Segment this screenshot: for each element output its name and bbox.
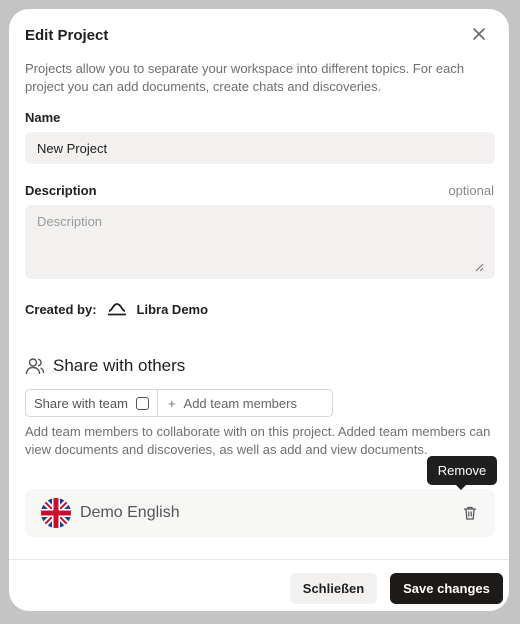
add-team-members-button[interactable]: + Add team members — [158, 396, 307, 411]
share-help-text: Add team members to collaborate with on … — [25, 424, 491, 457]
dialog-description: Projects allow you to separate your work… — [25, 61, 465, 94]
edit-project-dialog: Edit Project Projects allow you to separ… — [9, 9, 509, 611]
share-controls: Share with team + Add team members — [25, 389, 333, 417]
share-section-title: Share with others — [53, 356, 186, 375]
close-button[interactable]: Schließen — [290, 573, 377, 604]
share-with-team-toggle[interactable]: Share with team — [26, 390, 158, 416]
tooltip-arrow — [455, 484, 467, 490]
resize-handle-icon[interactable] — [474, 262, 484, 272]
created-by-row: Created by: Libra Demo — [25, 299, 208, 319]
trash-icon[interactable] — [462, 505, 478, 521]
optional-label: optional — [448, 183, 494, 198]
footer-divider — [9, 559, 509, 560]
users-icon — [25, 358, 45, 375]
share-with-team-label: Share with team — [34, 395, 128, 411]
description-textarea[interactable] — [25, 205, 495, 279]
remove-tooltip: Remove — [427, 456, 497, 485]
creator-name: Libra Demo — [136, 301, 209, 317]
member-list-item: Demo English — [25, 489, 495, 537]
add-team-members-label: Add team members — [183, 395, 297, 411]
dialog-title: Edit Project — [25, 27, 109, 44]
member-name: Demo English — [80, 504, 180, 521]
share-with-team-checkbox[interactable] — [135, 396, 149, 410]
name-label: Name — [25, 110, 61, 125]
share-section-header: Share with others — [25, 355, 185, 377]
uk-flag-icon — [41, 498, 71, 528]
description-label: Description — [25, 183, 97, 198]
close-icon[interactable] — [469, 24, 489, 44]
plus-icon: + — [167, 395, 176, 411]
save-changes-button[interactable]: Save changes — [390, 573, 503, 604]
libra-logo-icon — [107, 303, 126, 316]
created-by-label: Created by: — [25, 301, 97, 317]
project-name-input[interactable] — [25, 132, 495, 164]
